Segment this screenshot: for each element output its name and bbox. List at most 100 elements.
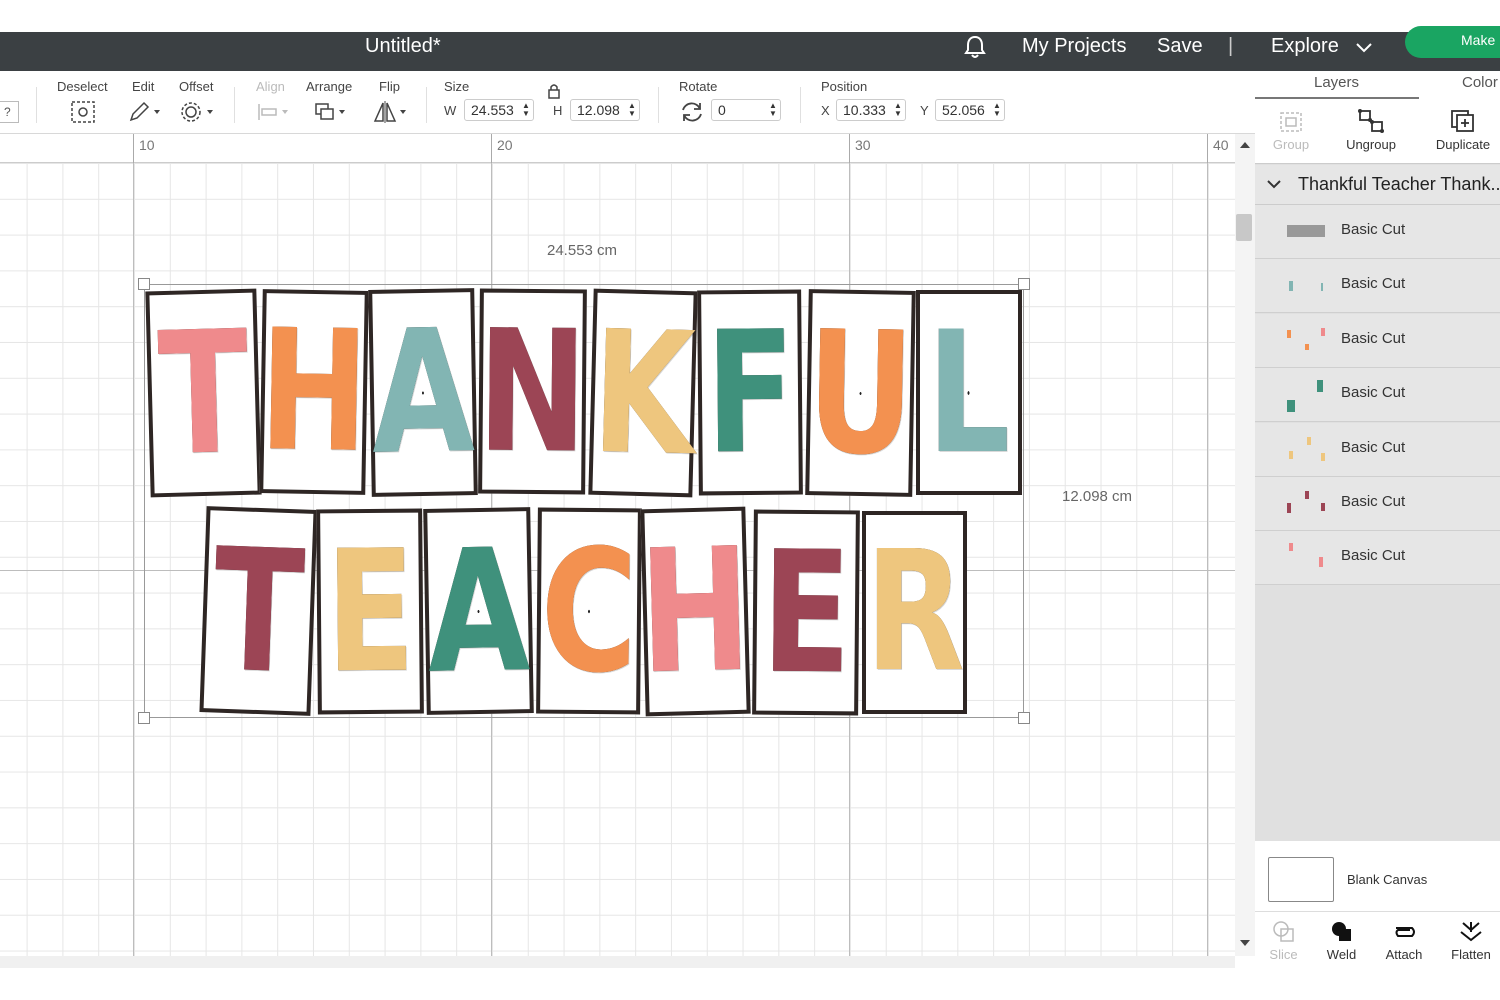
teacher-tile[interactable]: C (536, 507, 642, 715)
duplicate-button[interactable]: Duplicate (1431, 108, 1495, 152)
bell-icon[interactable] (962, 34, 988, 60)
thankful-tile[interactable]: N (477, 288, 588, 495)
thankful-tile[interactable]: H (257, 289, 371, 495)
blank-canvas-row[interactable]: Blank Canvas (1255, 841, 1500, 911)
weld-button[interactable]: Weld (1319, 920, 1364, 962)
blank-canvas-label: Blank Canvas (1347, 872, 1428, 887)
layer-row[interactable]: Basic Cut (1255, 477, 1500, 531)
layer-name: Basic Cut (1341, 547, 1406, 565)
arrange-icon[interactable] (313, 100, 349, 124)
layer-row[interactable]: Basic Cut (1255, 531, 1500, 586)
teacher-letter: H (637, 511, 754, 712)
scroll-up-icon[interactable] (1240, 142, 1250, 148)
thankful-tile[interactable]: A (368, 288, 478, 497)
layer-thumbnail-shape (1289, 543, 1293, 552)
rotate-stepper-icon[interactable]: ▲ ▼ (769, 102, 777, 118)
tab-layers[interactable]: Layers (1314, 74, 1359, 91)
ungroup-button[interactable]: Ungroup (1341, 108, 1401, 152)
x-stepper-icon[interactable]: ▲ ▼ (894, 102, 902, 118)
duplicate-icon (1451, 110, 1474, 132)
project-title[interactable]: Untitled* (365, 35, 441, 58)
x-value: 10.333 (843, 102, 886, 118)
layer-thumbnail-shape (1317, 380, 1323, 393)
rotate-value: 0 (718, 102, 726, 118)
layer-row[interactable]: Basic Cut (1255, 422, 1500, 477)
chevron-down-icon[interactable] (1355, 42, 1373, 54)
my-projects-link[interactable]: My Projects (1022, 35, 1126, 58)
y-stepper-icon[interactable]: ▲ ▼ (993, 102, 1001, 118)
thankful-letter: A (369, 292, 477, 493)
active-tab-indicator (1255, 97, 1419, 99)
rotate-icon[interactable] (679, 100, 705, 124)
tab-color[interactable]: Color (1462, 74, 1498, 91)
group-label: Group (1272, 137, 1310, 152)
horizontal-scrollbar[interactable] (0, 956, 1235, 968)
height-value: 12.098 (577, 102, 620, 118)
width-stepper-icon[interactable]: ▲ ▼ (522, 102, 530, 118)
teacher-tile[interactable]: R (862, 511, 967, 714)
layer-thumbnail-shape (1289, 450, 1293, 459)
layer-name: Basic Cut (1341, 221, 1406, 238)
layer-thumbnail (1285, 489, 1331, 519)
y-label: Y (920, 103, 929, 118)
scroll-down-icon[interactable] (1240, 940, 1250, 946)
align-icon (258, 104, 288, 120)
height-input[interactable]: 12.098 ▲ ▼ (570, 99, 640, 121)
offset-icon[interactable] (179, 100, 217, 124)
thankful-letter: K (589, 293, 697, 493)
thankful-tile[interactable]: K (588, 288, 698, 498)
weld-label: Weld (1326, 947, 1357, 962)
scrollbar-thumb[interactable] (1236, 214, 1252, 241)
teacher-tile[interactable]: E (316, 508, 424, 715)
chevron-down-icon[interactable] (1267, 179, 1281, 189)
rotate-input[interactable]: 0 ▲ ▼ (711, 99, 781, 121)
vertical-scrollbar[interactable] (1235, 134, 1255, 956)
flip-label: Flip (379, 79, 400, 94)
width-input[interactable]: 24.553 ▲ ▼ (464, 99, 534, 121)
rotate-label: Rotate (679, 79, 718, 94)
layer-thumbnail (1285, 326, 1331, 356)
resize-handle[interactable] (1018, 712, 1030, 724)
blank-canvas-swatch[interactable] (1268, 857, 1334, 902)
layer-row[interactable]: Basic Cut (1255, 205, 1500, 259)
x-input[interactable]: 10.333 ▲ ▼ (836, 99, 906, 121)
layer-group-row[interactable]: Thankful Teacher Thank... (1255, 165, 1500, 205)
thankful-tile[interactable]: L (916, 290, 1022, 495)
layer-thumbnail-shape (1321, 503, 1325, 511)
attach-button[interactable]: Attach (1379, 920, 1429, 962)
layer-thumbnail (1285, 380, 1331, 413)
explore-menu[interactable]: Explore (1271, 35, 1339, 58)
make-button[interactable]: Make (1405, 26, 1500, 58)
flatten-button[interactable]: Flatten (1445, 920, 1497, 962)
deselect-icon[interactable] (70, 100, 96, 124)
pencil-icon[interactable] (127, 100, 163, 124)
layer-name: Basic Cut (1341, 493, 1406, 510)
teacher-tile[interactable]: T (199, 506, 318, 716)
layer-name: Basic Cut (1341, 275, 1406, 293)
flip-icon[interactable] (373, 100, 411, 124)
teacher-letter: R (864, 515, 965, 709)
help-button[interactable]: ? (0, 101, 19, 123)
thankful-tile[interactable]: F (697, 289, 803, 496)
thankful-tile[interactable]: U (805, 289, 916, 497)
resize-handle[interactable] (138, 712, 150, 724)
duplicate-label: Duplicate (1435, 137, 1491, 152)
teacher-tile[interactable]: A (423, 507, 534, 715)
lock-icon[interactable] (547, 83, 561, 99)
y-input[interactable]: 52.056 ▲ ▼ (935, 99, 1005, 121)
save-button[interactable]: Save (1157, 35, 1203, 58)
layer-row[interactable]: Basic Cut (1255, 259, 1500, 314)
thankful-letter: H (257, 293, 371, 490)
height-stepper-icon[interactable]: ▲ ▼ (628, 102, 636, 118)
resize-handle[interactable] (1018, 278, 1030, 290)
thankful-tile[interactable]: T (145, 288, 262, 498)
position-label: Position (821, 79, 868, 94)
layer-row[interactable]: Basic Cut (1255, 368, 1500, 423)
thankful-letter: F (704, 294, 796, 491)
teacher-tile[interactable]: H (637, 506, 754, 717)
divider (426, 87, 427, 123)
teacher-tile[interactable]: E (752, 509, 860, 716)
resize-handle[interactable] (138, 278, 150, 290)
layer-row[interactable]: Basic Cut (1255, 313, 1500, 368)
layer-thumbnail-shape (1287, 503, 1291, 513)
